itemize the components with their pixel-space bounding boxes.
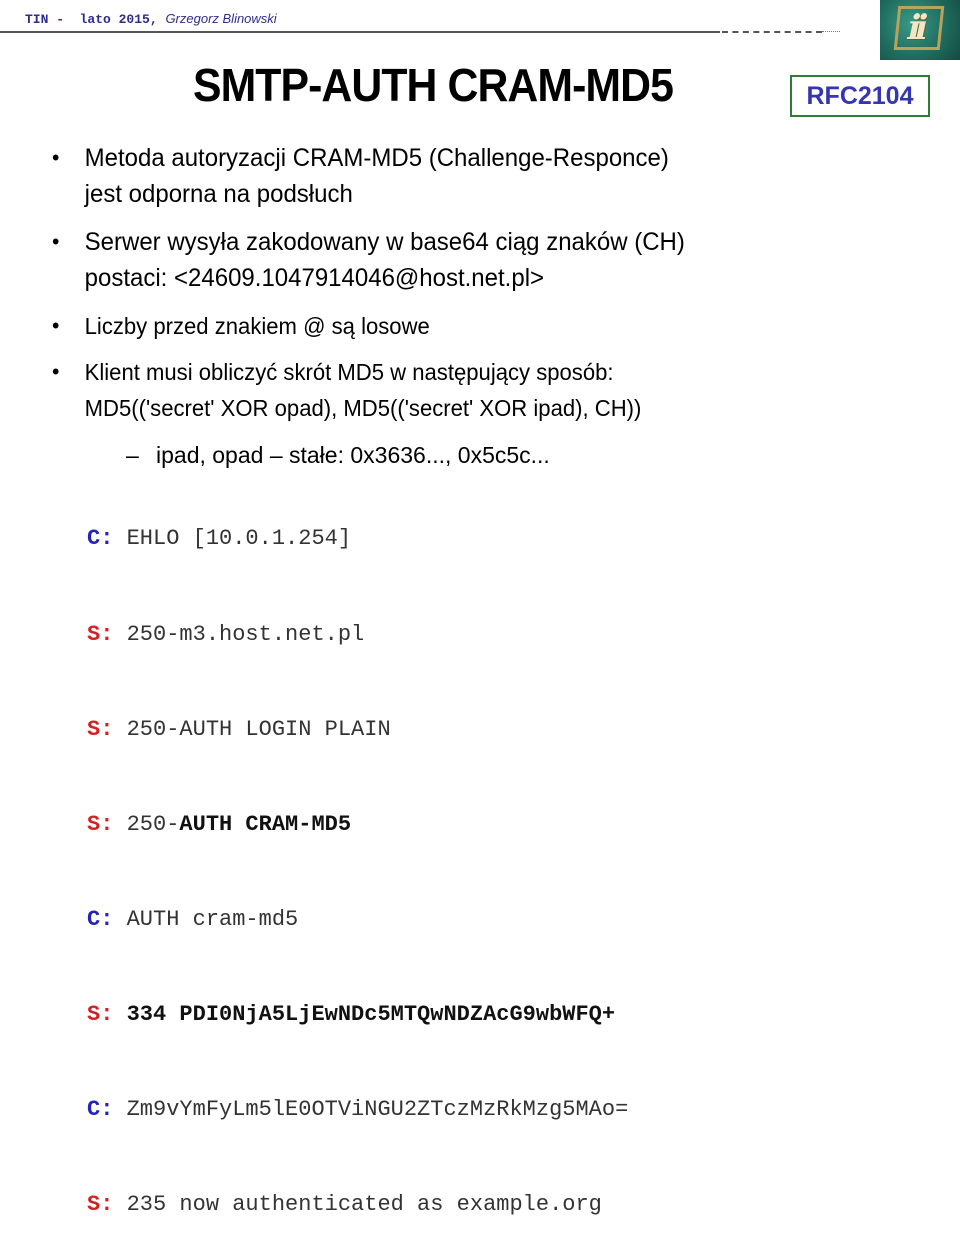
ii-logo-icon: ii [880,0,960,60]
session-line: S: 250-m3.host.net.pl [87,619,628,651]
smtp-session-transcript: C: EHLO [10.0.1.254] S: 250-m3.host.net.… [87,460,628,1253]
session-role-label: S: [87,716,114,742]
bullet-dot-icon: • [52,359,60,384]
bullet-dot-icon: • [52,313,60,338]
bullet-dot-icon: • [52,145,60,170]
bullet-item: • Serwer wysyła zakodowany w base64 ciąg… [52,224,685,296]
bullet-line: Serwer wysyła zakodowany w base64 ciąg z… [84,228,685,256]
header-rule-dashed [722,31,822,33]
session-role-label: S: [87,1001,114,1027]
bullet-line: Klient musi obliczyć skrót MD5 w następu… [84,359,614,385]
bullet-line: MD5(('secret' XOR opad), MD5(('secret' X… [84,395,642,421]
session-bold-text: AUTH CRAM-MD5 [179,811,352,837]
bullet-line: postaci: <24609.1047914046@host.net.pl> [84,264,545,292]
rfc-badge: RFC2104 [790,75,930,117]
bullet-line: Liczby przed znakiem @ są losowe [84,313,430,339]
bullet-dot-icon: • [52,229,60,254]
header-rule-dotted [822,31,840,32]
slide-header: TIN - lato 2015, Grzegorz Blinowski [25,11,277,27]
session-text: EHLO [10.0.1.254] [126,526,352,552]
session-text: 250-m3.host.net.pl [126,621,365,647]
session-text: 250-AUTH LOGIN PLAIN [126,716,391,742]
course-label: TIN - lato 2015, [25,12,166,27]
session-text: Zm9vYmFyLm5lE0OTViNGU2ZTczMzRkMzg5MAo= [126,1097,629,1123]
session-role-label: C: [87,1097,114,1123]
header-rule [0,31,720,33]
session-text: 250- [126,811,180,837]
author-name: Grzegorz Blinowski [165,11,277,26]
session-role-label: S: [87,811,114,837]
bullet-item: • Klient musi obliczyć skrót MD5 w nastę… [52,354,641,426]
session-role-label: S: [87,621,114,647]
session-text: AUTH cram-md5 [126,906,299,932]
session-role-label: C: [87,906,114,932]
session-line: S: 250-AUTH CRAM-MD5 [87,809,628,841]
session-role-label: S: [87,1192,114,1218]
session-line: S: 334 PDI0NjA5LjEwNDc5MTQwNDZAcG9wbWFQ+ [87,999,628,1031]
bullet-item: • Liczby przed znakiem @ są losowe [52,308,430,344]
session-bold-text: 334 PDI0NjA5LjEwNDc5MTQwNDZAcG9wbWFQ+ [126,1001,616,1027]
session-line: C: AUTH cram-md5 [87,904,628,936]
bullet-line: jest odporna na podsłuch [84,180,353,208]
session-line: S: 250-AUTH LOGIN PLAIN [87,714,628,746]
session-text: 235 now authenticated as example.org [126,1192,602,1218]
bullet-line: Metoda autoryzacji CRAM-MD5 (Challenge-R… [84,144,669,172]
bullet-item: • Metoda autoryzacji CRAM-MD5 (Challenge… [52,140,669,212]
slide-title: SMTP-AUTH CRAM-MD5 [193,59,674,111]
session-line: S: 235 now authenticated as example.org [87,1189,628,1221]
session-role-label: C: [87,526,114,552]
session-line: C: EHLO [10.0.1.254] [87,523,628,555]
session-line: C: Zm9vYmFyLm5lE0OTViNGU2ZTczMzRkMzg5MAo… [87,1094,628,1126]
